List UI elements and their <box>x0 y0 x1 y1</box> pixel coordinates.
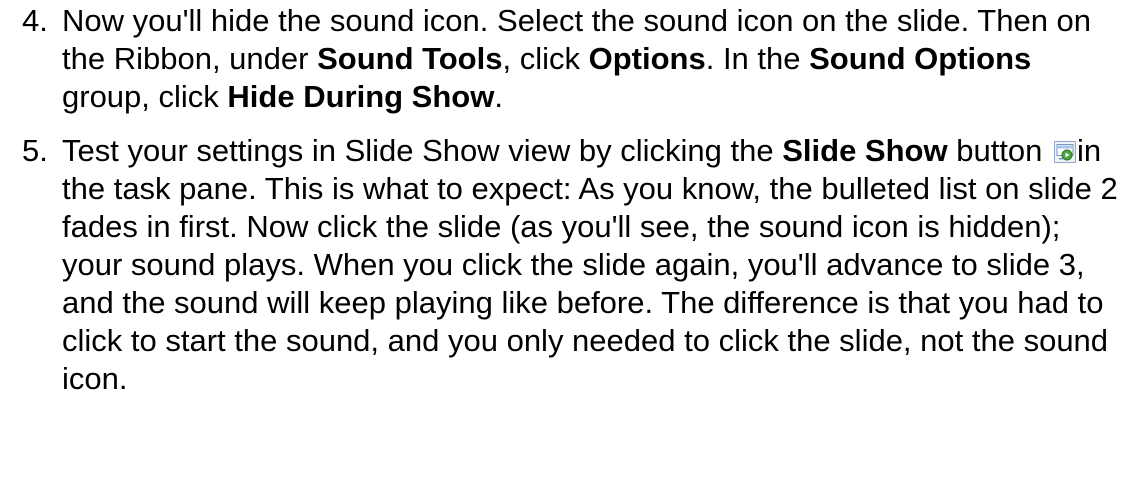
step-5: 5. Test your settings in Slide Show view … <box>0 132 1133 398</box>
slide-show-label: Slide Show <box>782 133 948 168</box>
step-text: button <box>947 133 1052 168</box>
sound-tools-label: Sound Tools <box>317 41 503 76</box>
step-text: . <box>494 79 503 114</box>
slide-show-icon-graphic <box>1054 141 1077 163</box>
step-text: . In the <box>705 41 810 76</box>
sound-options-label: Sound Options <box>809 41 1032 76</box>
options-label: Options <box>588 41 706 76</box>
step-number: 4. <box>22 3 48 38</box>
step-text: in the task pane. This is what to expect… <box>62 133 1118 396</box>
step-text: group, click <box>62 79 228 114</box>
step-number: 5. <box>22 133 48 168</box>
step-4: 4. Now you'll hide the sound icon. Select… <box>0 2 1133 116</box>
slide-show-icon <box>1054 134 1077 163</box>
step-text: Test your settings in Slide Show view by… <box>62 133 783 168</box>
step-text: , click <box>502 41 589 76</box>
hide-during-show-label: Hide During Show <box>227 79 495 114</box>
instruction-steps: 4. Now you'll hide the sound icon. Select… <box>0 2 1133 398</box>
